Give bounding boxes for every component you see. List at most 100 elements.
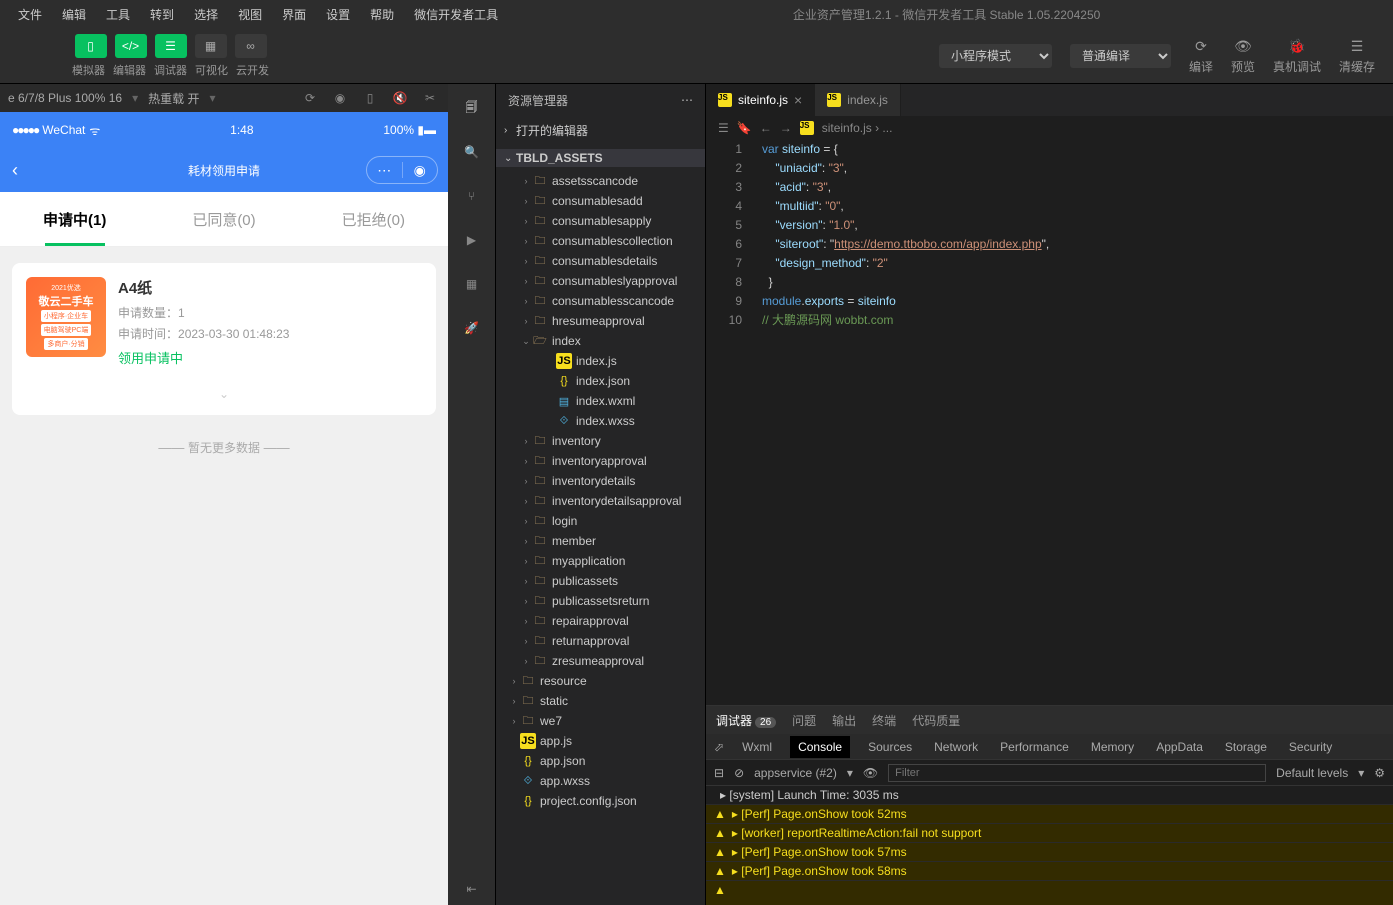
file-app.js[interactable]: JSapp.js	[496, 731, 705, 751]
folder-inventorydetailsapproval[interactable]: ›🗀inventorydetailsapproval	[496, 491, 705, 511]
menu-file[interactable]: 文件	[8, 6, 52, 23]
visual-toggle-button[interactable]: ▦	[195, 34, 227, 58]
compile-select[interactable]: 普通编译	[1070, 44, 1171, 68]
tab-pending[interactable]: 申请中(1)	[0, 192, 149, 246]
file-index.js[interactable]: JSindex.js	[496, 351, 705, 371]
file-index.wxml[interactable]: ▤index.wxml	[496, 391, 705, 411]
tab-approved[interactable]: 已同意(0)	[149, 192, 298, 246]
menu-view[interactable]: 视图	[228, 6, 272, 23]
devtab-appdata[interactable]: AppData	[1152, 736, 1207, 758]
git-icon[interactable]: ⑂	[456, 180, 488, 212]
device-info[interactable]: e 6/7/8 Plus 100% 16	[8, 91, 122, 105]
eye-icon[interactable]: 👁	[863, 766, 878, 780]
open-editors-section[interactable]: ›打开的编辑器	[496, 120, 705, 141]
tab-index-js[interactable]: JS index.js	[815, 84, 901, 116]
search-icon[interactable]: 🔍	[456, 136, 488, 168]
debug-icon[interactable]: ▶	[456, 224, 488, 256]
devtab-security[interactable]: Security	[1285, 736, 1336, 758]
file-project.config.json[interactable]: {}project.config.json	[496, 791, 705, 811]
rocket-icon[interactable]: 🚀	[456, 312, 488, 344]
folder-member[interactable]: ›🗀member	[496, 531, 705, 551]
folder-consumablesadd[interactable]: ›🗀consumablesadd	[496, 191, 705, 211]
folder-consumablesscancode[interactable]: ›🗀consumablesscancode	[496, 291, 705, 311]
folder-myapplication[interactable]: ›🗀myapplication	[496, 551, 705, 571]
compile-button[interactable]: ⟳编译	[1189, 36, 1213, 75]
project-root[interactable]: ⌄TBLD_ASSETS	[496, 149, 705, 167]
more-icon[interactable]: ⋯	[681, 93, 693, 107]
folder-zresumeapproval[interactable]: ›🗀zresumeapproval	[496, 651, 705, 671]
clear-console-icon[interactable]: ⊘	[734, 766, 744, 780]
sim-refresh-icon[interactable]: ⟳	[300, 88, 320, 108]
code-editor[interactable]: 12345678910 var siteinfo = { "uniacid": …	[706, 140, 1393, 705]
folder-consumablesapply[interactable]: ›🗀consumablesapply	[496, 211, 705, 231]
devtab-performance[interactable]: Performance	[996, 736, 1073, 758]
folder-repairapproval[interactable]: ›🗀repairapproval	[496, 611, 705, 631]
file-app.json[interactable]: {}app.json	[496, 751, 705, 771]
sim-device-icon[interactable]: ▯	[360, 88, 380, 108]
simulator-toggle-button[interactable]: ▯	[75, 34, 107, 58]
list-icon[interactable]: ☰	[718, 121, 729, 135]
tab-siteinfo-js[interactable]: JS siteinfo.js ×	[706, 84, 815, 116]
levels-select[interactable]: Default levels	[1276, 766, 1348, 780]
close-icon[interactable]: ×	[794, 92, 802, 108]
debug-tab-output[interactable]: 输出	[832, 712, 856, 729]
capsule-close-icon[interactable]: ◉	[403, 162, 438, 179]
file-index.json[interactable]: {}index.json	[496, 371, 705, 391]
debug-tab-problems[interactable]: 问题	[792, 712, 816, 729]
menu-edit[interactable]: 编辑	[52, 6, 96, 23]
mode-select[interactable]: 小程序模式	[939, 44, 1052, 68]
file-index.wxss[interactable]: ⟐index.wxss	[496, 411, 705, 431]
forward-arrow-icon[interactable]: →	[780, 121, 792, 135]
folder-inventorydetails[interactable]: ›🗀inventorydetails	[496, 471, 705, 491]
filter-input[interactable]	[888, 764, 1266, 782]
back-arrow-icon[interactable]: ←	[760, 121, 772, 135]
folder-publicassetsreturn[interactable]: ›🗀publicassetsreturn	[496, 591, 705, 611]
menu-wechat-devtools[interactable]: 微信开发者工具	[404, 6, 508, 23]
cloud-dev-button[interactable]: ∞	[235, 34, 267, 58]
folder-assetsscancode[interactable]: ›🗀assetsscancode	[496, 171, 705, 191]
devtab-network[interactable]: Network	[930, 736, 982, 758]
folder-resource[interactable]: ›🗀resource	[496, 671, 705, 691]
context-select[interactable]: appservice (#2)	[754, 766, 837, 780]
bookmark-icon[interactable]: 🔖	[737, 121, 752, 135]
folder-static[interactable]: ›🗀static	[496, 691, 705, 711]
sim-audio-icon[interactable]: 🔇	[390, 88, 410, 108]
inspect-icon[interactable]: ⬀	[714, 740, 724, 754]
folder-index[interactable]: ⌄🗁index	[496, 331, 705, 351]
devtab-memory[interactable]: Memory	[1087, 736, 1138, 758]
debug-tab-quality[interactable]: 代码质量	[912, 712, 960, 729]
clear-cache-button[interactable]: ☰清缓存	[1339, 36, 1375, 75]
debugger-toggle-button[interactable]: ☰	[155, 34, 187, 58]
folder-consumableslyapproval[interactable]: ›🗀consumableslyapproval	[496, 271, 705, 291]
folder-we7[interactable]: ›🗀we7	[496, 711, 705, 731]
tab-rejected[interactable]: 已拒绝(0)	[299, 192, 448, 246]
request-card[interactable]: 2021优选 敬云二手车 小程序·企业车 电脑驾驶PC端 多商户·分销 A4纸 …	[12, 263, 436, 415]
menu-settings[interactable]: 设置	[316, 6, 360, 23]
folder-consumablescollection[interactable]: ›🗀consumablescollection	[496, 231, 705, 251]
folder-returnapproval[interactable]: ›🗀returnapproval	[496, 631, 705, 651]
back-icon[interactable]: ‹	[12, 160, 18, 181]
menu-interface[interactable]: 界面	[272, 6, 316, 23]
capsule-menu-icon[interactable]: ⋯	[367, 162, 402, 179]
debug-tab-debugger[interactable]: 调试器26	[716, 712, 776, 729]
preview-button[interactable]: 👁预览	[1231, 36, 1255, 75]
menu-goto[interactable]: 转到	[140, 6, 184, 23]
devtab-sources[interactable]: Sources	[864, 736, 916, 758]
devtab-wxml[interactable]: Wxml	[738, 736, 776, 758]
folder-consumablesdetails[interactable]: ›🗀consumablesdetails	[496, 251, 705, 271]
collapse-icon[interactable]: ⇤	[456, 873, 488, 905]
gear-icon[interactable]: ⚙	[1374, 766, 1385, 780]
breadcrumb[interactable]: siteinfo.js › ...	[822, 121, 893, 135]
folder-inventoryapproval[interactable]: ›🗀inventoryapproval	[496, 451, 705, 471]
debug-tab-terminal[interactable]: 终端	[872, 712, 896, 729]
explorer-icon[interactable]: 🗐	[456, 92, 488, 124]
hot-reload-toggle[interactable]: 热重载 开	[148, 90, 199, 107]
devtab-storage[interactable]: Storage	[1221, 736, 1271, 758]
menu-tools[interactable]: 工具	[96, 6, 140, 23]
console-output[interactable]: ▸ [system] Launch Time: 3035 ms▲▸ [Perf]…	[706, 786, 1393, 905]
folder-publicassets[interactable]: ›🗀publicassets	[496, 571, 705, 591]
folder-hresumeapproval[interactable]: ›🗀hresumeapproval	[496, 311, 705, 331]
menu-help[interactable]: 帮助	[360, 6, 404, 23]
menu-select[interactable]: 选择	[184, 6, 228, 23]
folder-inventory[interactable]: ›🗀inventory	[496, 431, 705, 451]
